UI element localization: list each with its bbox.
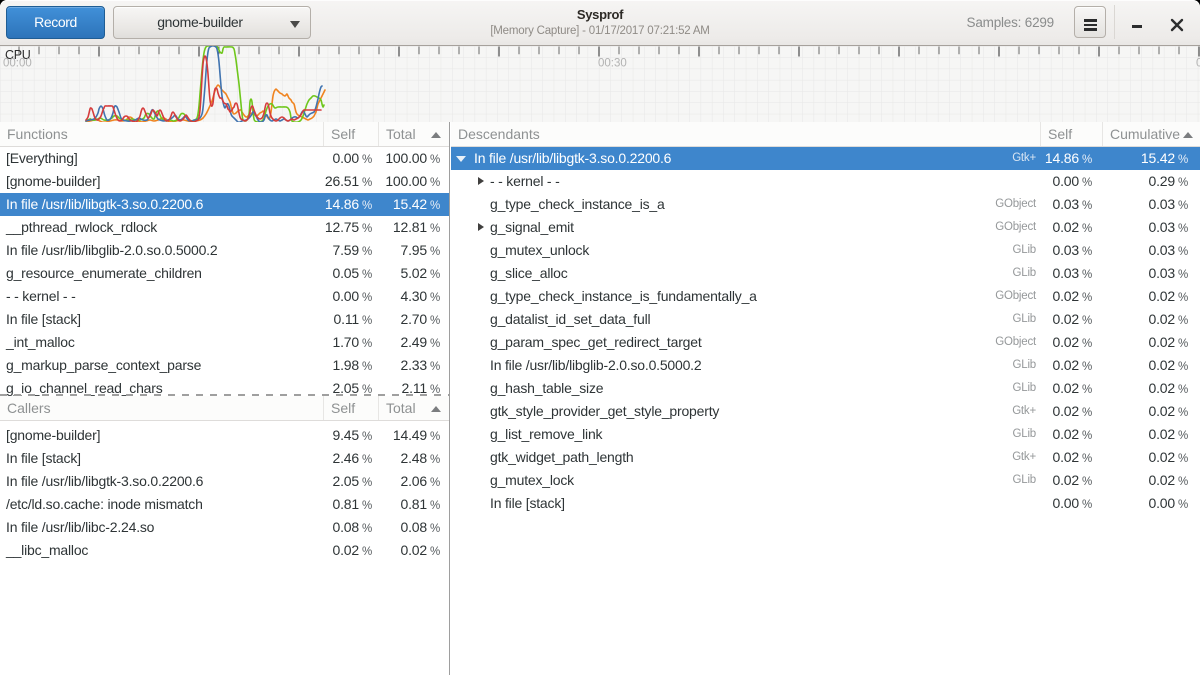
svg-text:01:00: 01:00 — [1196, 58, 1200, 70]
svg-text:00:00: 00:00 — [3, 58, 32, 70]
svg-text:00:30: 00:30 — [598, 58, 627, 70]
